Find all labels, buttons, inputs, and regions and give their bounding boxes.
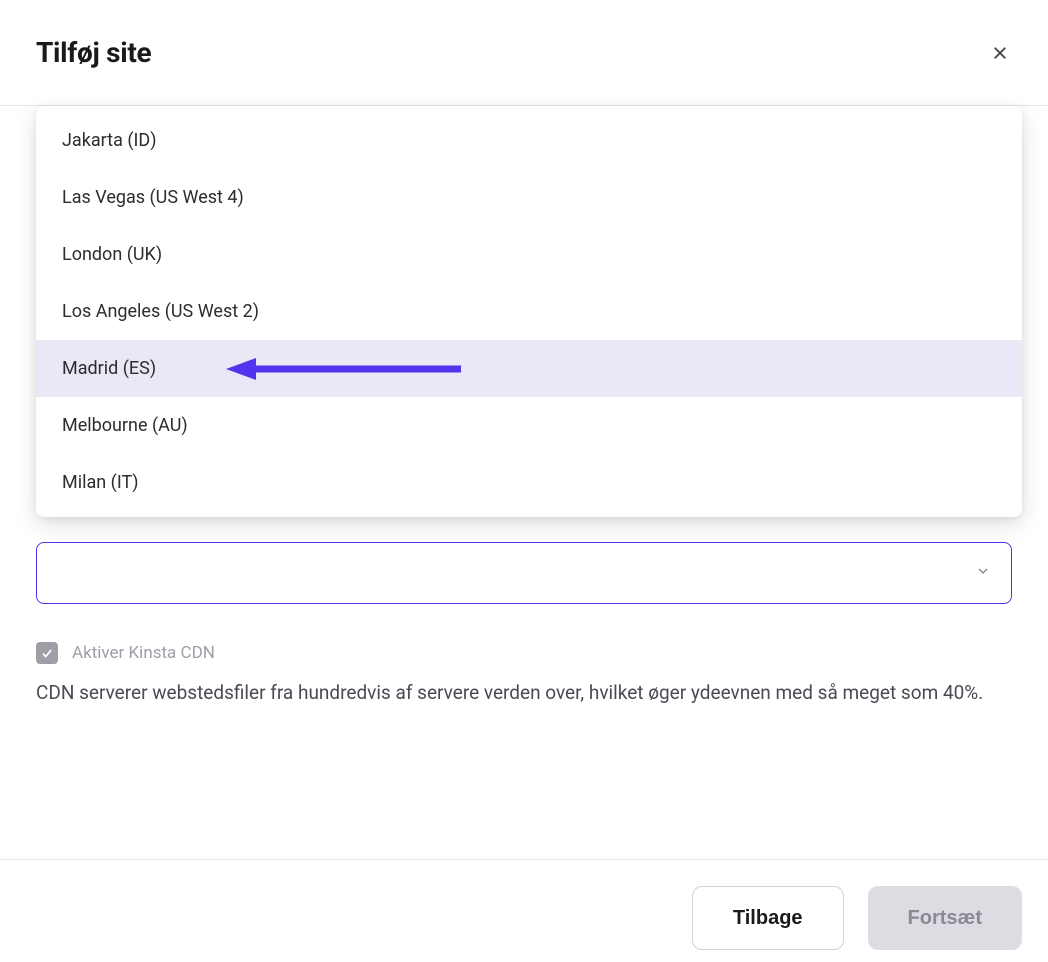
cdn-checkbox-row: Aktiver Kinsta CDN <box>36 642 1012 664</box>
dropdown-item-los-angeles[interactable]: Los Angeles (US West 2) <box>36 283 1022 340</box>
cdn-section: Aktiver Kinsta CDN CDN serverer websteds… <box>36 642 1012 708</box>
cdn-description: CDN serverer webstedsfiler fra hundredvi… <box>36 678 1012 708</box>
modal-footer: Tilbage Fortsæt <box>0 859 1048 962</box>
back-button[interactable]: Tilbage <box>692 886 844 950</box>
dropdown-item-label: Jakarta (ID) <box>62 130 156 151</box>
dropdown-item-label: Los Angeles (US West 2) <box>62 301 259 322</box>
chevron-down-icon <box>975 563 991 583</box>
modal-content: Jakarta (ID) Las Vegas (US West 4) Londo… <box>0 106 1048 708</box>
annotation-arrow <box>226 357 466 381</box>
dropdown-item-milan[interactable]: Milan (IT) <box>36 454 1022 511</box>
close-button[interactable] <box>988 41 1012 65</box>
page-title: Tilføj site <box>36 36 151 69</box>
modal-header: Tilføj site <box>0 0 1048 106</box>
dropdown-item-madrid[interactable]: Madrid (ES) <box>36 340 1022 397</box>
dropdown-item-label: Milan (IT) <box>62 472 138 493</box>
location-select[interactable] <box>36 542 1012 604</box>
cdn-checkbox-label: Aktiver Kinsta CDN <box>72 643 215 663</box>
dropdown-item-label: Melbourne (AU) <box>62 415 188 436</box>
dropdown-item-label: Las Vegas (US West 4) <box>62 187 244 208</box>
check-icon <box>40 646 54 660</box>
dropdown-item-melbourne[interactable]: Melbourne (AU) <box>36 397 1022 454</box>
continue-button[interactable]: Fortsæt <box>868 886 1022 950</box>
dropdown-item-label: Madrid (ES) <box>62 358 156 379</box>
dropdown-item-label: London (UK) <box>62 244 162 265</box>
dropdown-item-jakarta[interactable]: Jakarta (ID) <box>36 112 1022 169</box>
close-icon <box>991 44 1009 62</box>
dropdown-item-las-vegas[interactable]: Las Vegas (US West 4) <box>36 169 1022 226</box>
location-dropdown-panel: Jakarta (ID) Las Vegas (US West 4) Londo… <box>36 106 1022 517</box>
dropdown-item-london[interactable]: London (UK) <box>36 226 1022 283</box>
cdn-checkbox[interactable] <box>36 642 58 664</box>
